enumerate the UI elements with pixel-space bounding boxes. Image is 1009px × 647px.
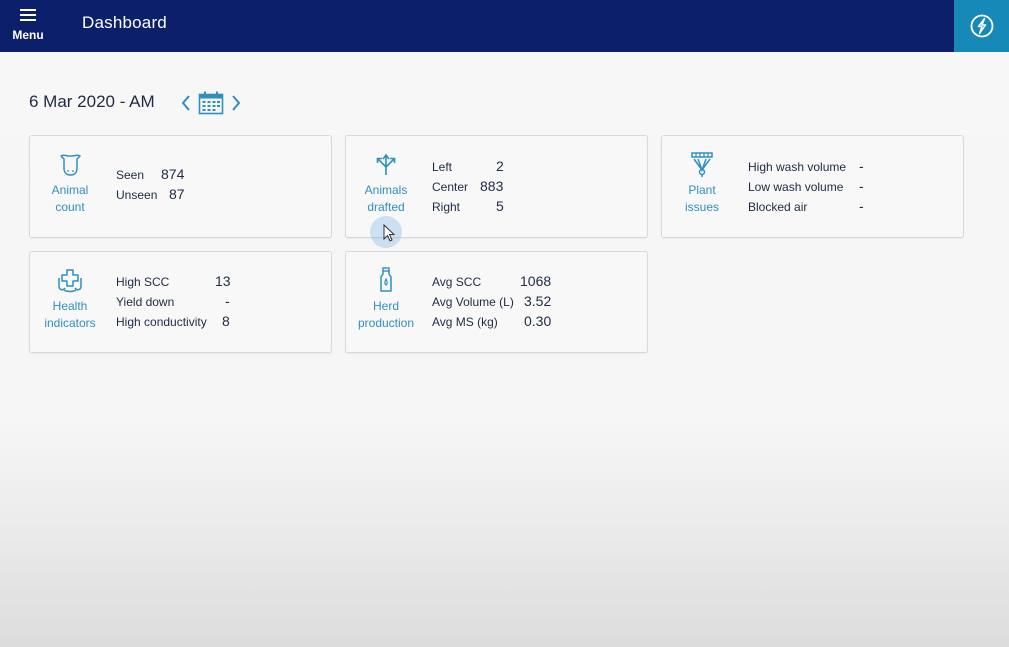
herd-production-tile: Herd production [346, 266, 426, 332]
health-cross-icon [58, 269, 82, 293]
stat-label: Center [432, 180, 469, 194]
stat-value: 3.52 [524, 293, 552, 309]
stat-label: High SCC [116, 275, 170, 289]
plant-issues-tile: Plant issues [662, 150, 742, 216]
date-label: 6 Mar 2020 - AM [29, 92, 155, 111]
stat-label: High wash volume [748, 160, 847, 174]
stat-label: Yield down [116, 295, 175, 309]
herd-production-label-1: Herd [372, 299, 399, 313]
stat-label: Avg Volume (L) [432, 295, 514, 309]
stat-value: 13 [215, 273, 231, 289]
stat-value: - [859, 158, 864, 174]
stat-label: Avg MS (kg) [432, 315, 498, 329]
stat-label: Unseen [116, 188, 158, 202]
calendar-icon [198, 91, 224, 115]
animals-drafted-label-1: Animals [364, 183, 408, 197]
stat-value: - [859, 198, 864, 214]
health-indicators-tile: Health indicators [30, 266, 110, 332]
animals-drafted-tile: Animals drafted [346, 150, 426, 216]
stat-value: - [225, 293, 230, 309]
stat-label: Right [432, 200, 461, 214]
stat-label: Low wash volume [748, 180, 844, 194]
stat-label: High conductivity [116, 315, 207, 329]
chevron-right-icon [232, 95, 241, 111]
stat-value: 2 [496, 158, 504, 174]
stat-label: Seen [116, 168, 145, 182]
health-indicators-label-2: indicators [44, 316, 96, 330]
power-plug-icon [970, 14, 994, 38]
stat-value: 8 [222, 313, 230, 329]
mouse-pointer-icon [383, 224, 396, 242]
animal-count-card[interactable]: Animal count Seen 874 Unseen 87 [29, 135, 332, 238]
stat-value: 1068 [520, 273, 552, 289]
previous-date-button[interactable] [179, 92, 193, 114]
animals-drafted-label-2: drafted [367, 200, 405, 214]
stat-value: - [859, 178, 864, 194]
stat-value: 883 [480, 178, 504, 194]
animal-count-label-2: count [55, 200, 85, 214]
next-date-button[interactable] [229, 92, 243, 114]
stat-label: Left [432, 160, 453, 174]
menu-button[interactable]: Menu [6, 4, 50, 46]
animal-count-label-1: Animal [51, 183, 89, 197]
hamburger-icon [20, 9, 36, 21]
herd-production-label-2: production [357, 316, 415, 330]
page-title: Dashboard [82, 13, 167, 32]
top-bar: Menu Dashboard [0, 0, 1009, 52]
health-indicators-label-1: Health [52, 299, 88, 313]
herd-production-card[interactable]: Herd production Avg SCC 1068 Avg Volume … [345, 251, 648, 353]
drafting-arrows-icon [376, 153, 396, 175]
chevron-left-icon [181, 95, 190, 111]
plant-issues-card[interactable]: Plant issues High wash volume - Low wash… [661, 135, 964, 238]
menu-label: Menu [12, 28, 44, 42]
milking-plant-icon [691, 152, 713, 177]
stat-value: 87 [169, 186, 185, 202]
connection-button[interactable] [954, 0, 1009, 52]
animal-count-tile: Animal count [30, 150, 110, 216]
health-indicators-card[interactable]: Health indicators High SCC 13 Yield down… [29, 251, 332, 353]
plant-issues-label-2: issues [684, 200, 719, 214]
cow-head-icon [60, 154, 81, 176]
milk-bottle-icon [380, 267, 392, 292]
stat-label: Blocked air [748, 200, 808, 214]
stat-value: 5 [496, 198, 504, 214]
stat-value: 874 [161, 166, 185, 182]
plant-issues-label-1: Plant [688, 183, 716, 197]
stat-value: 0.30 [524, 313, 552, 329]
stat-label: Avg SCC [432, 275, 482, 289]
calendar-button[interactable] [197, 90, 225, 116]
